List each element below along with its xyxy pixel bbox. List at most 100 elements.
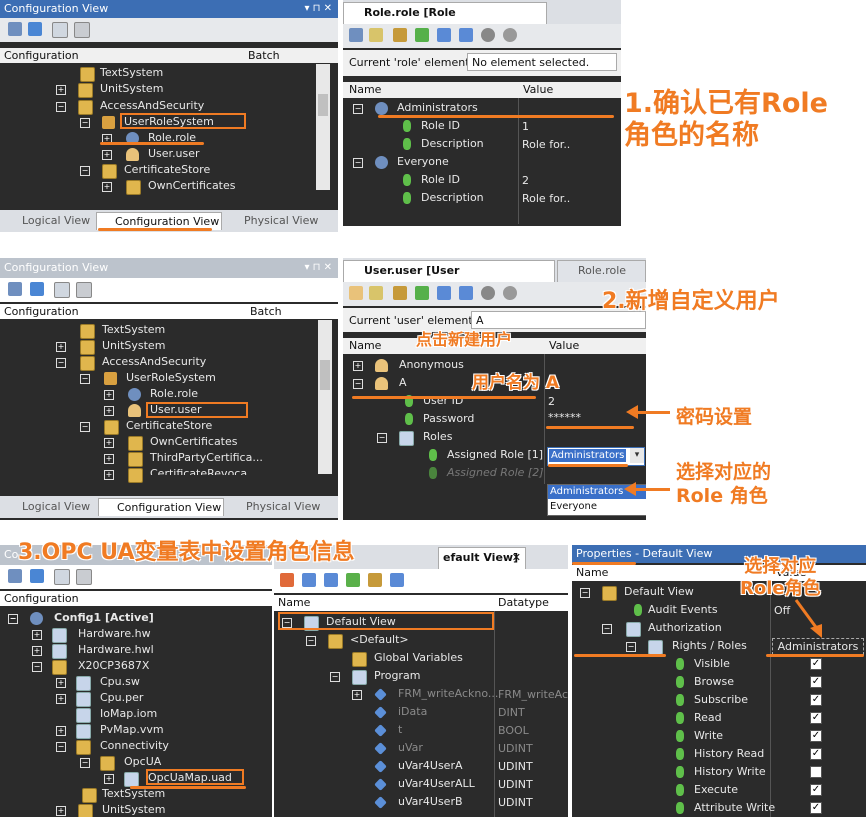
tab-role-configuration[interactable]: Role.role [Role Configuration]✕: [343, 2, 547, 39]
current-element-field[interactable]: No element selected.: [467, 53, 617, 71]
property-row[interactable]: Role ID: [373, 171, 460, 189]
expand-icon[interactable]: +: [56, 85, 66, 95]
history-write-checkbox[interactable]: [810, 766, 822, 778]
read-checkbox[interactable]: ✓: [810, 712, 822, 724]
variable-row[interactable]: uVar4UserB: [350, 793, 463, 811]
property-row-roles[interactable]: − Roles: [373, 428, 452, 446]
role-row-everyone[interactable]: − Everyone: [349, 153, 449, 171]
prop-row[interactable]: History Read: [672, 745, 764, 763]
tab-physical-view[interactable]: Physical View: [228, 498, 328, 516]
variable-row[interactable]: + FRM_writeAckno...: [350, 685, 498, 703]
sort-desc-icon[interactable]: [437, 28, 451, 42]
tab-logical-view[interactable]: Logical View: [4, 498, 94, 516]
attribute-write-checkbox[interactable]: ✓: [810, 802, 822, 814]
variable-row[interactable]: uVar: [350, 739, 423, 757]
property-row-password[interactable]: Password: [373, 410, 474, 428]
property-row-assigned-role-2[interactable]: Assigned Role [2]: [403, 464, 544, 482]
move-icon[interactable]: [393, 286, 407, 300]
cube-icon[interactable]: [30, 569, 44, 583]
collapse-icon[interactable]: −: [80, 118, 90, 128]
map-icon[interactable]: [280, 573, 294, 587]
add-user-icon[interactable]: [349, 286, 363, 300]
settings-icon[interactable]: [503, 28, 517, 42]
scrollbar[interactable]: [316, 64, 330, 190]
list-icon[interactable]: [74, 22, 90, 38]
tree-item[interactable]: − Program: [326, 667, 420, 685]
cube-icon[interactable]: [28, 22, 42, 36]
config-icon[interactable]: [8, 282, 22, 296]
tag-all-icon[interactable]: [324, 573, 338, 587]
grid-icon[interactable]: [54, 569, 70, 585]
expand-icon[interactable]: +: [102, 150, 112, 160]
close-icon[interactable]: ✕: [512, 548, 521, 568]
grid-icon[interactable]: [52, 22, 68, 38]
refresh-icon[interactable]: [390, 573, 404, 587]
prop-row[interactable]: − Authorization: [600, 619, 722, 637]
collapse-icon[interactable]: −: [80, 166, 90, 176]
variable-row[interactable]: t: [350, 721, 402, 739]
write-checkbox[interactable]: ✓: [810, 730, 822, 742]
prop-row[interactable]: Write: [672, 727, 723, 745]
grid-icon[interactable]: [54, 282, 70, 298]
move-icon[interactable]: [368, 573, 382, 587]
settings-icon[interactable]: [503, 286, 517, 300]
config-icon[interactable]: [8, 22, 22, 36]
tab-logical-view[interactable]: Logical View: [4, 212, 94, 230]
property-row[interactable]: Description: [373, 135, 484, 153]
tree-item[interactable]: Global Variables: [326, 649, 463, 667]
user-row-a[interactable]: − A: [349, 374, 407, 392]
property-row[interactable]: User ID: [373, 392, 463, 410]
pin-icon[interactable]: ▾ ⊓ ✕: [304, 0, 332, 18]
tree-item[interactable]: + CertificateRevoca...: [100, 465, 258, 483]
cube-icon[interactable]: [30, 282, 44, 296]
sort-asc-icon[interactable]: [459, 286, 473, 300]
variable-row[interactable]: uVar4UserA: [350, 757, 463, 775]
chevron-down-icon[interactable]: ▾: [630, 448, 644, 463]
tree-item[interactable]: + UnitSystem: [52, 80, 163, 98]
sort-asc-icon[interactable]: [459, 28, 473, 42]
prop-row[interactable]: Audit Events: [624, 601, 718, 619]
subscribe-checkbox[interactable]: ✓: [810, 694, 822, 706]
scrollbar[interactable]: [318, 320, 332, 474]
list-icon[interactable]: [76, 569, 92, 585]
tree-item[interactable]: − <Default>: [302, 631, 409, 649]
config-icon[interactable]: [8, 569, 22, 583]
expand-icon[interactable]: +: [102, 182, 112, 192]
visible-checkbox[interactable]: ✓: [810, 658, 822, 670]
prop-row-rights-roles[interactable]: − Rights / Roles: [624, 637, 747, 655]
password-value[interactable]: ******: [548, 411, 581, 424]
leaf-icon[interactable]: [415, 286, 429, 300]
property-row-assigned-role-1[interactable]: Assigned Role [1]: [403, 446, 543, 464]
prop-row[interactable]: Subscribe: [672, 691, 748, 709]
variable-row[interactable]: iData: [350, 703, 427, 721]
prop-row[interactable]: History Write: [672, 763, 766, 781]
option-everyone[interactable]: Everyone: [548, 500, 646, 514]
sort-desc-icon[interactable]: [437, 286, 451, 300]
collapse-icon[interactable]: −: [56, 102, 66, 112]
prop-row[interactable]: Browse: [672, 673, 734, 691]
tab-physical-view[interactable]: Physical View: [226, 212, 326, 230]
check-icon[interactable]: [346, 573, 360, 587]
new-icon[interactable]: [369, 28, 383, 42]
execute-checkbox[interactable]: ✓: [810, 784, 822, 796]
leaf-icon[interactable]: [415, 28, 429, 42]
user-row-anonymous[interactable]: + Anonymous: [349, 356, 464, 374]
property-row[interactable]: Role ID: [373, 117, 460, 135]
tree-item[interactable]: + UnitSystem: [54, 801, 165, 817]
browse-checkbox[interactable]: ✓: [810, 676, 822, 688]
list-icon[interactable]: [76, 282, 92, 298]
history-read-checkbox[interactable]: ✓: [810, 748, 822, 760]
tab-user-configuration[interactable]: User.user [User Configuration]*✕: [343, 260, 555, 297]
rights-roles-value[interactable]: Administrators: [772, 638, 864, 655]
property-row[interactable]: Description: [373, 189, 484, 207]
tab-role-configuration[interactable]: Role.role [Ro: [557, 260, 646, 282]
circle-icon[interactable]: [481, 286, 495, 300]
prop-row[interactable]: Attribute Write: [672, 799, 775, 817]
tree-item[interactable]: + OwnCertificates: [100, 177, 236, 195]
tab-configuration-view[interactable]: Configuration View: [98, 498, 224, 516]
prop-row[interactable]: Read: [672, 709, 722, 727]
tag-icon[interactable]: [302, 573, 316, 587]
prop-row[interactable]: Execute: [672, 781, 738, 799]
tab-opcua-default-view[interactable]: efault View] ✕: [438, 547, 526, 569]
new-icon[interactable]: [369, 286, 383, 300]
